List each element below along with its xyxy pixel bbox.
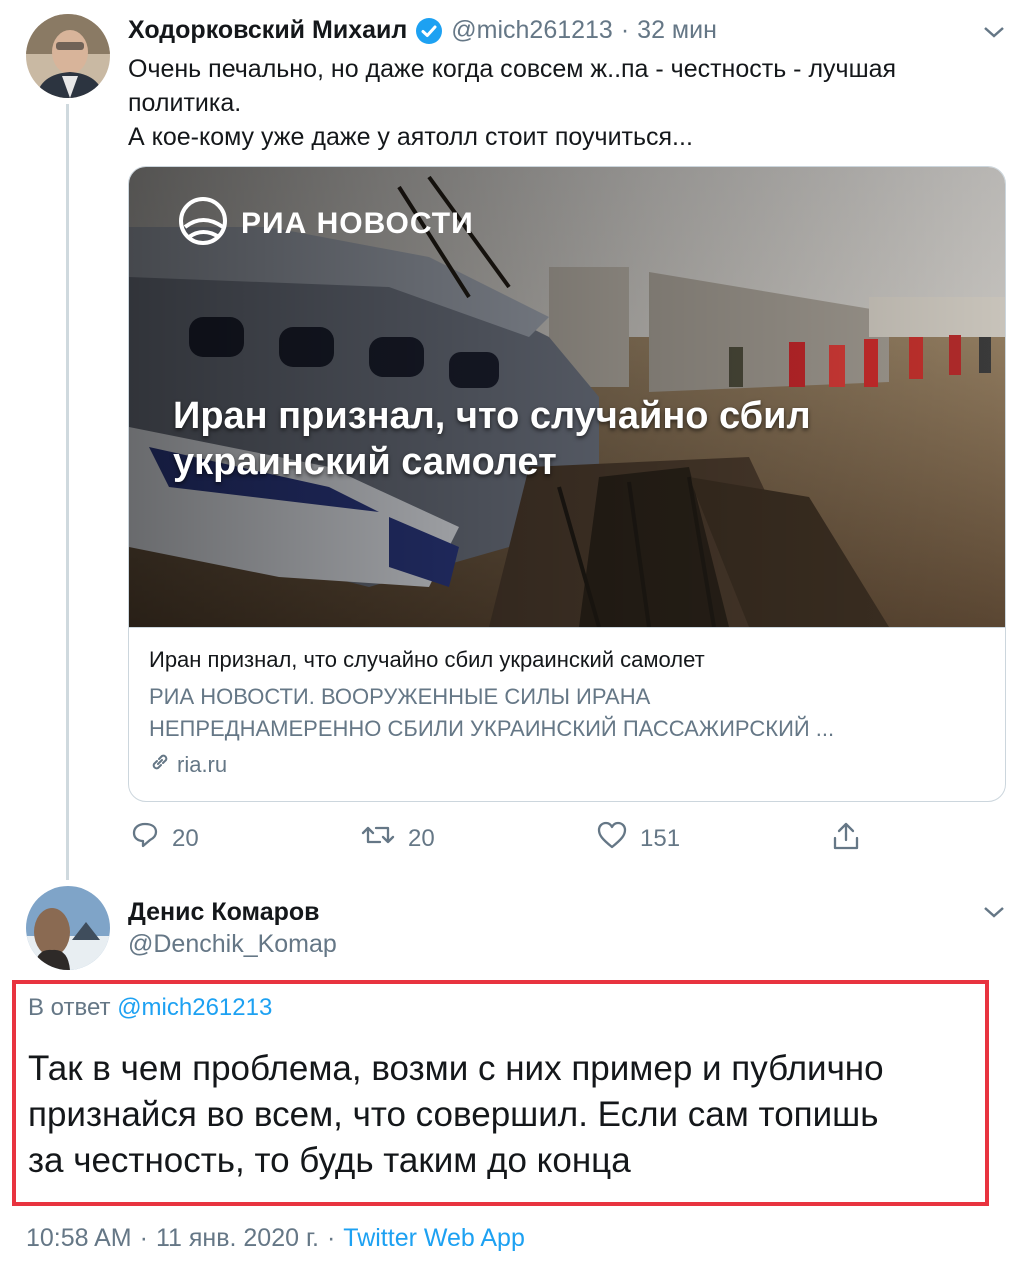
meta-separator: · <box>139 1224 148 1252</box>
retweet-button[interactable]: 20 <box>360 820 435 857</box>
link-card[interactable]: РИА НОВОСТИ Иран признал, что случайно с… <box>128 166 1006 802</box>
reply-count: 20 <box>172 824 199 852</box>
tweet2-handle[interactable]: @Denchik_Komap <box>128 930 337 959</box>
card-overlay-headline: Иран признал, что случайно сбил украинск… <box>173 393 811 485</box>
thread-line <box>66 104 69 880</box>
verified-badge-icon <box>415 17 443 45</box>
tweet2-text: Так в чем проблема, возми с них пример и… <box>28 1046 884 1184</box>
tweet1-text-line: А кое-кому уже даже у аятолл стоит поучи… <box>128 123 693 151</box>
avatar-khodorkovsky[interactable] <box>26 14 110 98</box>
retweet-count: 20 <box>408 824 435 852</box>
card-description-line: РИА НОВОСТИ. ВООРУЖЕННЫЕ СИЛЫ ИРАНА <box>149 684 651 709</box>
card-description: РИА НОВОСТИ. ВООРУЖЕННЫЕ СИЛЫ ИРАНА НЕПР… <box>149 681 989 745</box>
tweet1-separator: · <box>620 16 630 44</box>
link-icon <box>149 751 171 779</box>
tweet2-text-line: за честность, то будь таким до конца <box>28 1141 631 1180</box>
tweet1-text-line: Очень печально, но даже когда совсем ж..… <box>128 55 897 83</box>
card-domain: ria.ru <box>149 751 989 779</box>
reply-icon <box>130 820 160 857</box>
tweet1-header: Ходорковский Михаил @mich261213 · 32 мин <box>128 16 717 45</box>
card-logo-text: РИА НОВОСТИ <box>241 207 474 240</box>
card-domain-text: ria.ru <box>177 752 228 777</box>
card-overlay-line: украинский самолет <box>173 441 557 483</box>
card-image: РИА НОВОСТИ Иран признал, что случайно с… <box>129 167 1005 628</box>
tweet1-handle[interactable]: @mich261213 <box>451 16 613 45</box>
avatar-komarov[interactable] <box>26 886 110 970</box>
reply-context: В ответ @mich261213 <box>28 994 272 1022</box>
chevron-down-icon[interactable] <box>982 20 1006 46</box>
reply-to-link[interactable]: @mich261213 <box>117 994 272 1021</box>
chevron-down-icon[interactable] <box>982 900 1006 926</box>
tweet2-date[interactable]: 11 янв. 2020 г. <box>156 1224 319 1253</box>
card-title: Иран признал, что случайно сбил украинск… <box>149 647 705 672</box>
tweet2-text-line: Так в чем проблема, возми с них пример и… <box>28 1049 884 1088</box>
tweet1-time[interactable]: 32 мин <box>637 16 717 45</box>
tweet2-time[interactable]: 10:58 AM <box>26 1224 132 1253</box>
share-icon[interactable] <box>830 820 862 857</box>
tweet2-text-line: признайся во всем, что совершил. Если са… <box>28 1095 879 1134</box>
meta-separator: · <box>326 1224 336 1252</box>
reply-button[interactable]: 20 <box>130 820 199 857</box>
card-divider <box>129 627 1005 628</box>
tweet1-text-line: политика. <box>128 89 242 117</box>
tweet1-author-name[interactable]: Ходорковский Михаил <box>128 16 407 45</box>
like-count: 151 <box>640 824 681 852</box>
tweet2-source[interactable]: Twitter Web App <box>343 1224 525 1253</box>
like-button[interactable]: 151 <box>596 820 680 857</box>
reply-prefix: В ответ <box>28 994 111 1021</box>
tweet2-author-name[interactable]: Денис Комаров <box>128 898 320 927</box>
card-description-line: НЕПРЕДНАМЕРЕННО СБИЛИ УКРАИНСКИЙ ПАССАЖИ… <box>149 716 835 741</box>
highlighted-reply: В ответ @mich261213 Так в чем проблема, … <box>12 980 989 1206</box>
card-overlay-line: Иран признал, что случайно сбил <box>173 395 811 437</box>
retweet-icon <box>360 820 396 857</box>
like-icon <box>596 820 628 857</box>
tweet1-text: Очень печально, но даже когда совсем ж..… <box>128 52 896 154</box>
tweet2-meta: 10:58 AM · 11 янв. 2020 г. · Twitter Web… <box>26 1224 525 1253</box>
